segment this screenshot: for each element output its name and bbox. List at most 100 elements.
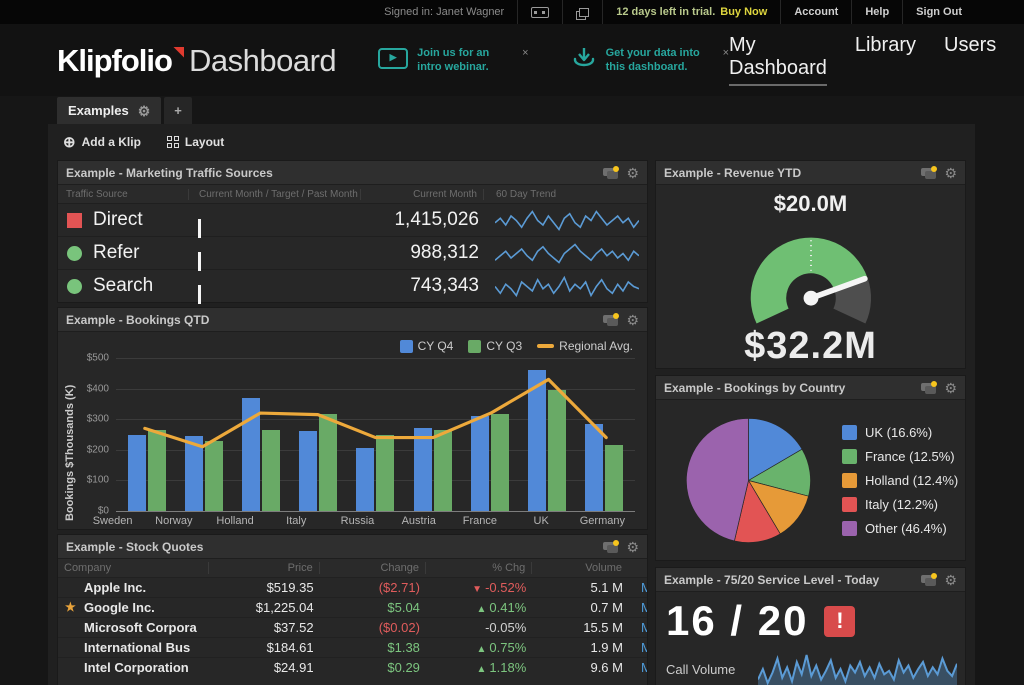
- comments-icon[interactable]: [921, 381, 937, 394]
- x-tick-label: Norway: [143, 515, 204, 529]
- sign-out-link[interactable]: Sign Out: [902, 0, 975, 24]
- col-company: Company: [58, 562, 208, 574]
- data-promo-text: Get your data into this dashboard.: [606, 46, 714, 75]
- signed-in-text: Signed in: Janet Wagner: [371, 0, 517, 24]
- tab-gear-icon[interactable]: ⚙: [138, 104, 151, 118]
- y-tick-label: $400: [87, 383, 109, 394]
- nav-users[interactable]: Users: [944, 34, 996, 61]
- pie-legend: UK (16.6%)France (12.5%)Holland (12.4%)I…: [842, 425, 958, 536]
- stock-pct-change: ▼-0.52%: [426, 580, 532, 595]
- logo-mark-icon: [173, 47, 184, 58]
- stock-pct-change: ▲1.18%: [426, 660, 532, 675]
- regional-avg-line: [116, 358, 635, 511]
- widget-gear-icon[interactable]: ⚙: [944, 381, 957, 395]
- traffic-source-label: Direct: [58, 209, 188, 231]
- current-month-value: 743,343: [360, 275, 483, 297]
- legend-swatch-icon: [842, 521, 857, 536]
- current-month-value: 988,312: [360, 242, 483, 264]
- stock-row: International Bus$184.61$1.38▲0.75%1.9 M…: [58, 637, 647, 657]
- stock-change: ($2.71): [320, 580, 426, 595]
- widget-gear-icon[interactable]: ⚙: [626, 313, 639, 327]
- klipfolio-logo[interactable]: Klipfolio Dashboard: [57, 45, 336, 76]
- account-link[interactable]: Account: [780, 0, 851, 24]
- stock-company: Microsoft Corpora: [58, 620, 208, 635]
- stock-more-link[interactable]: More...: [629, 620, 647, 635]
- legend-swatch-icon: [842, 473, 857, 488]
- warning-badge-icon: !: [824, 606, 855, 637]
- widget-gear-icon[interactable]: ⚙: [944, 166, 957, 180]
- tab-examples[interactable]: Examples ⚙: [57, 97, 161, 124]
- widget-title: Example - Bookings QTD: [66, 313, 209, 327]
- comments-icon[interactable]: [921, 573, 937, 586]
- data-promo-link[interactable]: Get your data into this dashboard. ×: [571, 46, 729, 75]
- widget-header[interactable]: Example - Marketing Traffic Sources ⚙: [58, 161, 647, 185]
- webinar-promo-link[interactable]: ▶ Join us for an intro webinar. ×: [378, 46, 528, 75]
- widget-title: Example - Bookings by Country: [664, 381, 845, 395]
- series-swatch-icon: [67, 246, 82, 261]
- traffic-source-label: Search: [58, 275, 188, 297]
- y-axis-ticks: $500$400$300$200$100$0: [80, 358, 116, 511]
- pie-legend-item: UK (16.6%): [842, 425, 958, 440]
- stock-column-headers: Company Price Change % Chg Volume: [58, 559, 647, 577]
- layout-button[interactable]: Layout: [167, 135, 224, 149]
- widget-marketing-traffic-sources: Example - Marketing Traffic Sources ⚙ Tr…: [57, 160, 648, 303]
- stock-change: $0.29: [320, 660, 426, 675]
- call-volume-sparkline: [758, 652, 957, 685]
- widget-service-level: Example - 75/20 Service Level - Today ⚙ …: [655, 567, 966, 685]
- widget-header[interactable]: Example - Bookings by Country ⚙: [656, 376, 965, 400]
- widget-header[interactable]: Example - Revenue YTD ⚙: [656, 161, 965, 185]
- trend-sparkline: [483, 207, 647, 234]
- webinar-promo-close-icon[interactable]: ×: [522, 46, 528, 60]
- legend-swatch-icon: [400, 340, 413, 353]
- widget-gear-icon[interactable]: ⚙: [626, 540, 639, 554]
- y-axis-title: Bookings $Thousands (K): [64, 358, 80, 529]
- stock-row: Apple Inc.$519.35($2.71)▼-0.52%5.1 MMore…: [58, 577, 647, 597]
- pie-legend-item: Other (46.4%): [842, 521, 958, 536]
- x-tick-label: UK: [511, 515, 572, 529]
- comments-icon[interactable]: [603, 313, 619, 326]
- widget-header[interactable]: Example - Bookings QTD ⚙: [58, 308, 647, 332]
- marketing-column-headers: Traffic Source Current Month / Target / …: [58, 185, 647, 203]
- widget-header[interactable]: Example - Stock Quotes ⚙: [58, 535, 647, 559]
- play-icon: ▶: [378, 48, 408, 69]
- legend-item: CY Q4: [400, 339, 454, 353]
- stock-more-link[interactable]: More...: [629, 660, 647, 675]
- stock-more-link[interactable]: More...: [629, 580, 647, 595]
- col-pct-chg: % Chg: [425, 562, 531, 574]
- widget-gear-icon[interactable]: ⚙: [626, 166, 639, 180]
- nav-library[interactable]: Library: [855, 34, 916, 61]
- add-klip-label: Add a Klip: [82, 135, 141, 149]
- revenue-gauge: [671, 219, 951, 325]
- col-price: Price: [208, 562, 319, 574]
- comments-icon[interactable]: [921, 166, 937, 179]
- x-tick-label: Holland: [204, 515, 265, 529]
- nav-my-dashboard[interactable]: My Dashboard: [729, 34, 827, 86]
- pie-legend-item: France (12.5%): [842, 449, 958, 464]
- traffic-source-label: Refer: [58, 242, 188, 264]
- comments-icon[interactable]: [603, 540, 619, 553]
- stock-more-link[interactable]: More...: [629, 600, 647, 615]
- x-tick-label: Germany: [572, 515, 633, 529]
- copy-icon: [579, 8, 589, 17]
- help-link[interactable]: Help: [851, 0, 902, 24]
- comments-icon[interactable]: [603, 166, 619, 179]
- y-tick-label: $500: [87, 353, 109, 364]
- widget-gear-icon[interactable]: ⚙: [944, 573, 957, 587]
- series-swatch-icon: [67, 279, 82, 294]
- stock-row: Microsoft Corpora$37.52($0.02)-0.05%15.5…: [58, 617, 647, 637]
- add-tab-button[interactable]: +: [164, 97, 192, 124]
- windows-button[interactable]: [562, 0, 602, 24]
- traffic-source-row: Search 743,343: [58, 269, 647, 302]
- stock-change: $1.38: [320, 640, 426, 655]
- buy-now-link[interactable]: Buy Now: [720, 6, 767, 18]
- stock-volume: 9.6 M: [532, 660, 629, 675]
- x-tick-label: Russia: [327, 515, 388, 529]
- stock-price: $519.35: [208, 580, 319, 595]
- add-a-klip-button[interactable]: ⊕ Add a Klip: [63, 135, 141, 150]
- stock-more-link[interactable]: More...: [629, 640, 647, 655]
- layout-grid-icon: [167, 136, 179, 148]
- stock-volume: 15.5 M: [532, 620, 629, 635]
- widget-revenue-ytd: Example - Revenue YTD ⚙ $20.0M $32.2M: [655, 160, 966, 369]
- display-mode-button[interactable]: [517, 0, 562, 24]
- widget-header[interactable]: Example - 75/20 Service Level - Today ⚙: [656, 568, 965, 592]
